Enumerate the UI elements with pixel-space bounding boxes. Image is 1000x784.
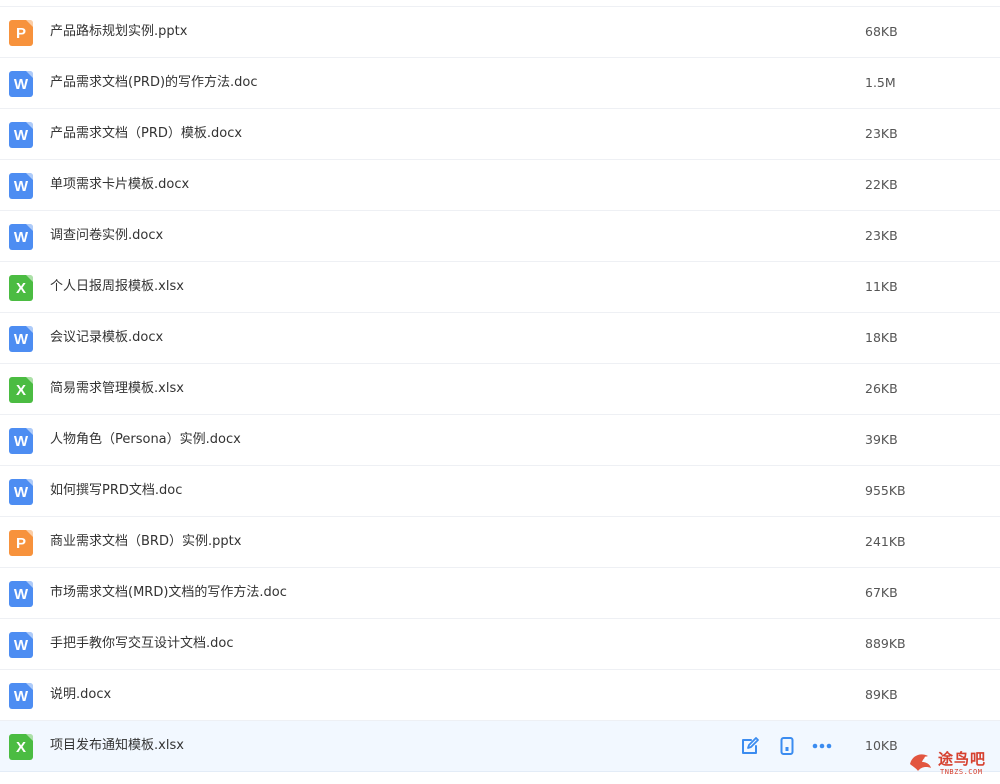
edit-icon[interactable] — [740, 736, 760, 756]
file-row[interactable]: W 手把手教你写交互设计文档.doc 889KB — [0, 619, 1000, 670]
word-file-icon: W — [9, 479, 33, 505]
file-name[interactable]: 商业需求文档（BRD）实例.pptx — [50, 517, 241, 567]
file-name[interactable]: 产品路标规划实例.pptx — [50, 7, 187, 57]
word-file-icon: W — [9, 173, 33, 199]
file-name[interactable]: 会议记录模板.docx — [50, 313, 163, 363]
file-name[interactable]: 调查问卷实例.docx — [50, 211, 163, 261]
excel-file-icon: X — [9, 734, 33, 760]
ppt-file-icon: P — [9, 20, 33, 46]
file-name[interactable]: 个人日报周报模板.xlsx — [50, 262, 184, 312]
word-file-icon: W — [9, 632, 33, 658]
file-row[interactable]: W 会议记录模板.docx 18KB — [0, 313, 1000, 364]
excel-file-icon: X — [9, 275, 33, 301]
word-file-icon: W — [9, 71, 33, 97]
excel-file-icon: X — [9, 377, 33, 403]
ppt-file-icon: P — [9, 530, 33, 556]
word-file-icon: W — [9, 326, 33, 352]
word-file-icon: W — [9, 428, 33, 454]
file-size: 67KB — [865, 585, 898, 600]
file-size: 39KB — [865, 432, 898, 447]
file-name[interactable]: 项目发布通知模板.xlsx — [50, 721, 184, 771]
file-size: 68KB — [865, 24, 898, 39]
file-list: P 产品路标规划实例.pptx 68KB W 产品需求文档(PRD)的写作方法.… — [0, 6, 1000, 772]
file-row[interactable]: W 单项需求卡片模板.docx 22KB — [0, 160, 1000, 211]
file-size: 26KB — [865, 381, 898, 396]
bird-logo-icon — [910, 754, 931, 771]
file-name[interactable]: 说明.docx — [50, 670, 111, 720]
file-size: 18KB — [865, 330, 898, 345]
file-row[interactable]: W 说明.docx 89KB — [0, 670, 1000, 721]
watermark-text: 途鸟吧 — [938, 750, 987, 768]
file-row[interactable]: X 个人日报周报模板.xlsx 11KB — [0, 262, 1000, 313]
file-size: 23KB — [865, 126, 898, 141]
file-size: 889KB — [865, 636, 906, 651]
file-name[interactable]: 市场需求文档(MRD)文档的写作方法.doc — [50, 568, 287, 618]
word-file-icon: W — [9, 224, 33, 250]
file-size: 22KB — [865, 177, 898, 192]
file-name[interactable]: 产品需求文档（PRD）模板.docx — [50, 109, 242, 159]
more-icon[interactable] — [812, 736, 832, 756]
watermark-logo: 途鸟吧 TNBZS.COM — [904, 746, 996, 780]
word-file-icon: W — [9, 122, 33, 148]
word-file-icon: W — [9, 683, 33, 709]
file-row[interactable]: P 产品路标规划实例.pptx 68KB — [0, 6, 1000, 58]
file-size: 11KB — [865, 279, 898, 294]
file-name[interactable]: 手把手教你写交互设计文档.doc — [50, 619, 234, 669]
file-row[interactable]: P 商业需求文档（BRD）实例.pptx 241KB — [0, 517, 1000, 568]
file-size: 89KB — [865, 687, 898, 702]
file-row[interactable]: W 产品需求文档（PRD）模板.docx 23KB — [0, 109, 1000, 160]
file-size: 23KB — [865, 228, 898, 243]
word-file-icon: W — [9, 581, 33, 607]
file-name[interactable]: 产品需求文档(PRD)的写作方法.doc — [50, 58, 258, 108]
watermark-subtext: TNBZS.COM — [940, 768, 983, 776]
file-size: 241KB — [865, 534, 906, 549]
file-size: 10KB — [865, 738, 898, 753]
file-row-hovered[interactable]: X 项目发布通知模板.xlsx 10KB — [0, 721, 1000, 772]
file-row[interactable]: W 产品需求文档(PRD)的写作方法.doc 1.5M — [0, 58, 1000, 109]
file-row[interactable]: W 调查问卷实例.docx 23KB — [0, 211, 1000, 262]
file-row[interactable]: W 如何撰写PRD文档.doc 955KB — [0, 466, 1000, 517]
file-size: 955KB — [865, 483, 906, 498]
file-row[interactable]: W 市场需求文档(MRD)文档的写作方法.doc 67KB — [0, 568, 1000, 619]
file-size: 1.5M — [865, 75, 896, 90]
mobile-icon[interactable] — [777, 736, 797, 756]
file-row[interactable]: X 简易需求管理模板.xlsx 26KB — [0, 364, 1000, 415]
file-row[interactable]: W 人物角色（Persona）实例.docx 39KB — [0, 415, 1000, 466]
file-name[interactable]: 简易需求管理模板.xlsx — [50, 364, 184, 414]
file-name[interactable]: 如何撰写PRD文档.doc — [50, 466, 182, 516]
file-name[interactable]: 人物角色（Persona）实例.docx — [50, 415, 241, 465]
file-name[interactable]: 单项需求卡片模板.docx — [50, 160, 189, 210]
